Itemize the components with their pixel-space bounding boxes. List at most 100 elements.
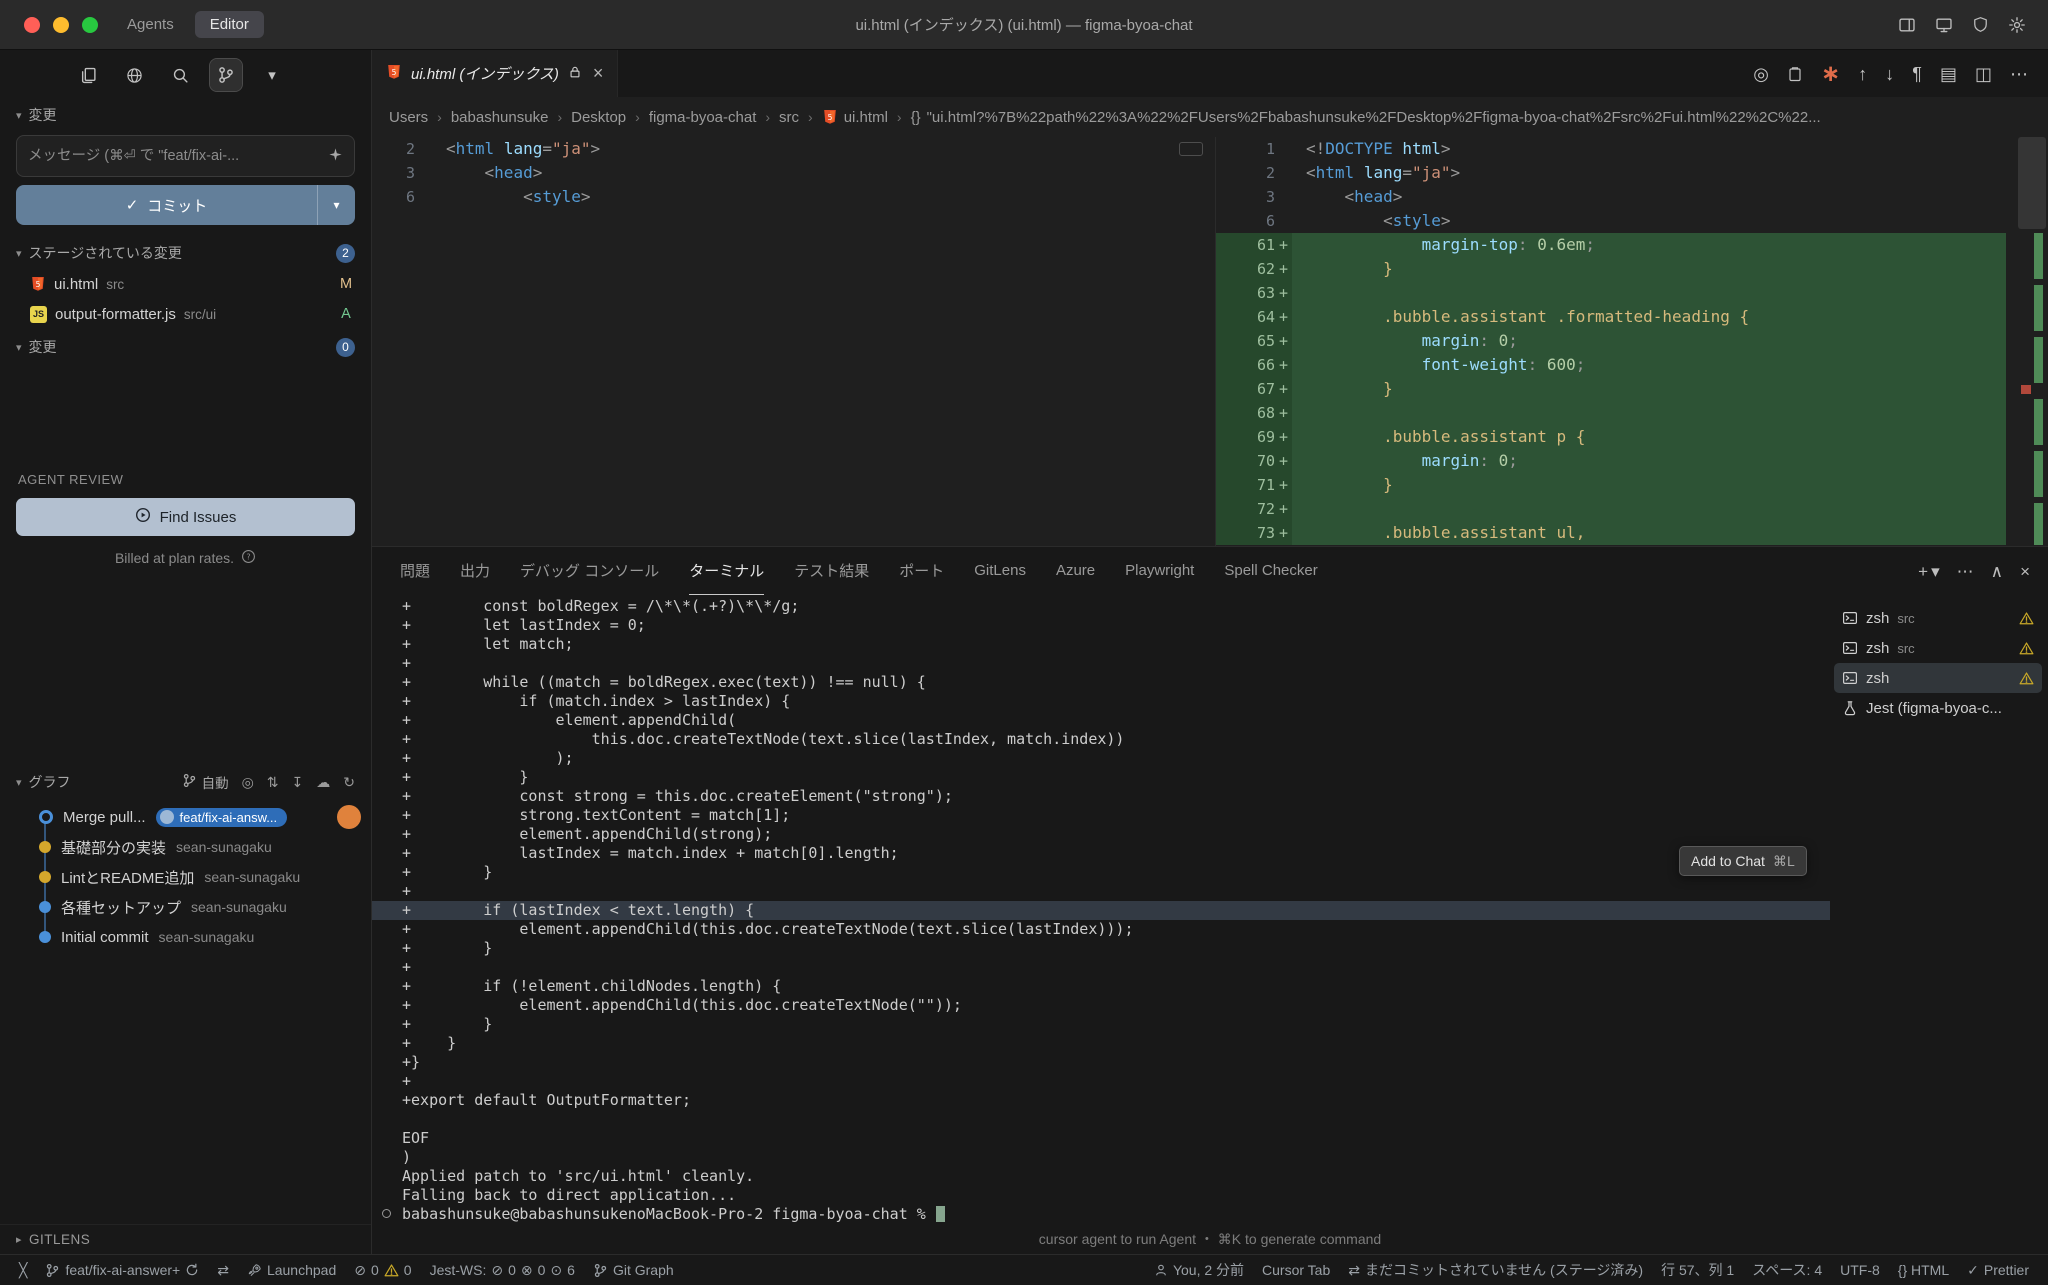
- terminal-list-item[interactable]: Jest (figma-byoa-c...: [1834, 693, 2042, 723]
- settings-gear-button[interactable]: [2008, 16, 2026, 34]
- fold-widget[interactable]: [1179, 142, 1203, 156]
- files-view-button[interactable]: [72, 59, 104, 91]
- commit-row[interactable]: 各種セットアップsean-sunagaku: [0, 892, 371, 922]
- unstaged-section-header[interactable]: ▾ 変更 0: [0, 329, 371, 363]
- blame-status[interactable]: You, 2 分前: [1147, 1260, 1251, 1280]
- panel-tab[interactable]: テスト結果: [794, 547, 869, 595]
- language-mode[interactable]: {} HTML: [1891, 1262, 1956, 1278]
- file-row[interactable]: 5ui.htmlsrcM: [0, 269, 371, 299]
- commit-row[interactable]: LintとREADME追加sean-sunagaku: [0, 862, 371, 892]
- changes-section-header[interactable]: ▾ 変更: [0, 97, 371, 131]
- compare-status[interactable]: ⇄: [210, 1263, 236, 1277]
- svg-text:?: ?: [246, 553, 250, 562]
- tab-editor[interactable]: Editor: [195, 11, 264, 38]
- pilcrow-button[interactable]: ¶: [1912, 65, 1922, 83]
- arrow-up-button[interactable]: ↑: [1858, 65, 1867, 83]
- scrollbar-thumb[interactable]: [2018, 137, 2046, 229]
- breadcrumb-item[interactable]: figma-byoa-chat: [649, 109, 757, 126]
- close-window-button[interactable]: [24, 17, 40, 33]
- formatter[interactable]: ✓Prettier: [1960, 1262, 2036, 1278]
- indentation[interactable]: スペース: 4: [1745, 1260, 1829, 1280]
- overview-ruler[interactable]: [2006, 137, 2048, 546]
- diff-editor[interactable]: 2<html lang="ja">3 <head>6 <style> 1<!DO…: [372, 137, 2048, 546]
- staged-section-header[interactable]: ▾ ステージされている変更 2: [0, 235, 371, 269]
- encoding[interactable]: UTF-8: [1833, 1262, 1887, 1278]
- git-graph[interactable]: Git Graph: [586, 1262, 681, 1278]
- cursor-position[interactable]: 行 57、列 1: [1654, 1260, 1741, 1280]
- map-button[interactable]: ▤: [1940, 65, 1957, 83]
- clipboard-button[interactable]: [1787, 66, 1803, 82]
- editor-tab[interactable]: 5 ui.html (インデックス) ×: [372, 50, 618, 97]
- panel-tab[interactable]: 問題: [400, 547, 430, 595]
- panel-tab[interactable]: Spell Checker: [1224, 547, 1317, 595]
- terminal-list-item[interactable]: zshsrc: [1834, 633, 2042, 663]
- panel-tab[interactable]: Azure: [1056, 547, 1095, 595]
- file-status: A: [337, 306, 355, 322]
- tab-agents[interactable]: Agents: [112, 11, 189, 38]
- commit-row[interactable]: 基礎部分の実装sean-sunagaku: [0, 832, 371, 862]
- add-to-chat-button[interactable]: Add to Chat ⌘L: [1679, 846, 1807, 876]
- gitlens-section-header[interactable]: ▸ GITLENS: [0, 1224, 371, 1254]
- cloud-button[interactable]: ☁: [316, 775, 330, 789]
- panel-tab[interactable]: ポート: [899, 547, 944, 595]
- breadcrumb-item[interactable]: {}"ui.html?%7B%22path%22%3A%22%2FUsers%2…: [911, 109, 1821, 126]
- shield-button[interactable]: [1972, 16, 1989, 33]
- commit-state[interactable]: ⇄まだコミットされていません (ステージ済み): [1341, 1260, 1650, 1280]
- copilot-button[interactable]: ◎: [1753, 65, 1769, 83]
- commit-message: 各種セットアップ: [61, 897, 181, 918]
- minimize-window-button[interactable]: [53, 17, 69, 33]
- panel-tab[interactable]: ターミナル: [689, 547, 764, 595]
- source-control-view-button[interactable]: [210, 59, 242, 91]
- new-terminal-button[interactable]: +▾: [1918, 563, 1939, 580]
- globe-view-button[interactable]: [118, 59, 150, 91]
- commit-button[interactable]: ✓コミット ▾: [16, 185, 355, 225]
- problems[interactable]: ⊘00: [347, 1262, 418, 1278]
- ai-star-button[interactable]: ∗: [1821, 62, 1840, 85]
- more-button[interactable]: ⋯: [2010, 65, 2028, 83]
- arrow-down-button[interactable]: ↓: [1885, 65, 1894, 83]
- find-issues-button[interactable]: Find Issues: [16, 498, 355, 536]
- panel-tab[interactable]: Playwright: [1125, 547, 1194, 595]
- sparkle-icon: [328, 147, 343, 162]
- panel-layout-button[interactable]: [1898, 16, 1916, 34]
- panel-tab[interactable]: 出力: [460, 547, 490, 595]
- terminal[interactable]: + const boldRegex = /\*\*(.+?)\*\*/g;+ l…: [372, 595, 1830, 1224]
- panel-tab[interactable]: デバッグ コンソール: [520, 547, 659, 595]
- remote-indicator[interactable]: ╳: [12, 1263, 34, 1277]
- commit-dropdown-button[interactable]: ▾: [317, 185, 355, 225]
- swap-button[interactable]: ⇅: [267, 775, 279, 789]
- terminal-list-item[interactable]: zshsrc: [1834, 603, 2042, 633]
- commit-message-input[interactable]: [28, 148, 328, 164]
- monitor-button[interactable]: [1935, 16, 1953, 34]
- jest-status[interactable]: Jest-WS:⊘0⊗0⊙6: [423, 1262, 582, 1278]
- branch-badge[interactable]: feat/fix-ai-answ...: [156, 808, 288, 827]
- breadcrumb-item[interactable]: Desktop: [571, 109, 626, 126]
- zoom-window-button[interactable]: [82, 17, 98, 33]
- terminal-list-item[interactable]: zsh: [1834, 663, 2042, 693]
- arrow-up-icon: ↑: [1858, 65, 1867, 83]
- terminal-more-button[interactable]: ⋯: [1957, 563, 1974, 580]
- target-button[interactable]: ◎: [242, 775, 254, 789]
- cursor-tab[interactable]: Cursor Tab: [1255, 1262, 1337, 1278]
- split-editor-button[interactable]: ◫: [1975, 65, 1992, 83]
- search-view-button[interactable]: [164, 59, 196, 91]
- breadcrumb-item[interactable]: src: [779, 109, 799, 126]
- refresh-button[interactable]: ↻: [343, 775, 355, 789]
- panel-tab[interactable]: GitLens: [974, 547, 1026, 595]
- file-row[interactable]: JSoutput-formatter.jssrc/uiA: [0, 299, 371, 329]
- launchpad[interactable]: Launchpad: [240, 1262, 343, 1278]
- terminal-output[interactable]: + const boldRegex = /\*\*(.+?)\*\*/g;+ l…: [372, 597, 1830, 1224]
- commit-row[interactable]: Merge pull...feat/fix-ai-answ...: [0, 802, 371, 832]
- branch-status[interactable]: feat/fix-ai-answer+: [38, 1262, 206, 1278]
- close-panel-button[interactable]: ×: [2020, 563, 2030, 580]
- breadcrumb-item[interactable]: Users: [389, 109, 428, 126]
- maximize-panel-button[interactable]: ∧: [1991, 563, 2003, 580]
- chevron-down-view-button[interactable]: ▾: [256, 59, 288, 91]
- graph-auto-toggle[interactable]: 自動: [182, 772, 229, 792]
- terminal-line: +: [372, 882, 1830, 901]
- close-tab-icon[interactable]: ×: [593, 63, 604, 84]
- download-button[interactable]: ↧: [292, 775, 304, 789]
- breadcrumb-item[interactable]: 5ui.html: [822, 109, 888, 126]
- commit-row[interactable]: Initial commitsean-sunagaku: [0, 922, 371, 952]
- breadcrumb-item[interactable]: babashunsuke: [451, 109, 549, 126]
